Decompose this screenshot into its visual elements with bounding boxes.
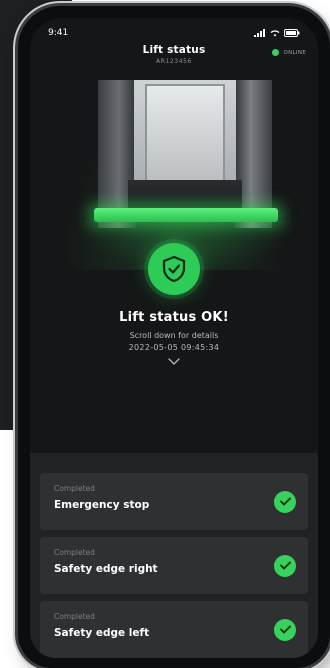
check-status-label: Completed [54,548,95,557]
online-label: ONLINE [283,49,306,56]
app-screen: 9:41 Lift status AR123456 ONLINE Lift st… [30,18,318,658]
check-status-label: Completed [54,612,95,621]
check-title: Safety edge right [54,563,158,575]
status-timestamp: 2022-05-05 09:45:34 [128,343,220,352]
lift-illustration [30,80,318,270]
check-title: Emergency stop [54,499,150,511]
shield-check-icon [148,243,200,295]
status-title: Lift status OK! [119,310,229,325]
checks-list: Completed Emergency stop Completed Safet… [30,453,318,658]
phone-frame: 9:41 Lift status AR123456 ONLINE Lift st… [18,6,330,668]
list-item[interactable]: Completed Emergency stop [40,473,308,530]
status-icons [254,29,300,37]
lift-id: AR123456 [156,58,192,65]
check-title: Safety edge left [54,627,150,639]
lift-cabin-interior [145,84,225,184]
online-dot-icon [272,49,280,56]
check-icon [274,554,296,577]
status-summary: Lift status OK! Scroll down for details … [30,310,318,365]
online-indicator: ONLINE [272,49,306,56]
check-icon [274,490,296,513]
wifi-icon [270,30,280,37]
status-subtitle: Scroll down for details [129,331,219,340]
list-item[interactable]: Completed Safety edge right [40,537,308,594]
signal-icon [254,29,265,37]
list-item[interactable]: Completed Safety edge left [40,601,308,658]
battery-icon [284,29,300,37]
check-icon [274,618,296,641]
chevron-down-icon[interactable] [30,358,318,365]
check-status-label: Completed [54,484,95,493]
status-time: 9:41 [48,28,69,38]
